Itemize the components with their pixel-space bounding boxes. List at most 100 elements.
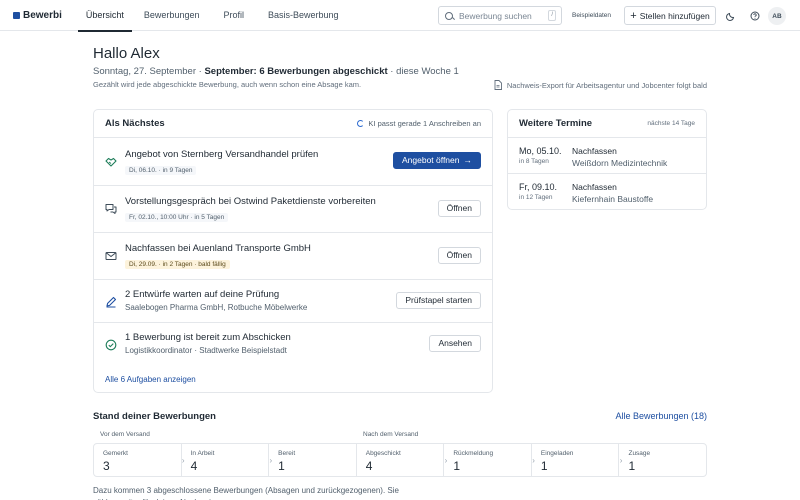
tab-profil[interactable]: Profil (211, 0, 256, 31)
task-title: 2 Entwürfe warten auf deine Prüfung (125, 289, 280, 300)
stage-count: 1 (628, 459, 636, 473)
demo-data-button[interactable]: Beispieldaten (566, 6, 617, 25)
stage-count: 4 (365, 459, 373, 473)
task-title: Vorstellungsgespräch bei Ostwind Paketdi… (125, 196, 376, 207)
ai-status-text: KI passt gerade 1 Anschreiben an (368, 119, 481, 128)
stage-label: Rückmeldung (453, 450, 494, 457)
arrow-right-icon: → (463, 155, 473, 165)
appointment-date: Fr, 09.10. (519, 182, 558, 192)
task-item: Nachfassen bei Auenland Transporte GmbH … (94, 233, 492, 280)
task-due-soon-badge: Di, 29.09. · in 2 Tagen · bald fällig (125, 260, 230, 269)
search-box[interactable]: / (438, 6, 562, 25)
stage-gemerkt[interactable]: Gemerkt 3 › (94, 444, 185, 476)
start-review-button[interactable]: Prüfstapel starten (396, 292, 481, 309)
search-input[interactable] (459, 10, 549, 21)
page-title: Hallo Alex (93, 45, 160, 62)
application-pipeline: Gemerkt 3 › In Arbeit 4 › Bereit 1 Abges… (93, 443, 707, 477)
appointment-company: Kiefernhain Baustoffe (572, 194, 654, 204)
task-due-date: Fr, 02.10., 10:00 Uhr · in 5 Tagen (125, 213, 229, 222)
upcoming-range: nächste 14 Tage (647, 120, 695, 127)
tab-bewerbungen[interactable]: Bewerbungen (132, 0, 212, 31)
stage-zusage[interactable]: Zusage 1 (619, 444, 706, 476)
tab-basis-bewerbung[interactable]: Basis-Bewerbung (256, 0, 351, 31)
stage-count: 1 (540, 459, 548, 473)
search-icon (445, 11, 453, 20)
appointment-relative: in 12 Tagen (519, 194, 553, 201)
plus-icon: + (630, 9, 637, 22)
chat-icon (105, 204, 117, 214)
task-item: Angebot von Sternberg Versandhandel prüf… (94, 138, 492, 186)
appointment-row[interactable]: Mo, 05.10. in 8 Tagen Nachfassen Weißdor… (508, 138, 706, 174)
open-interview-button[interactable]: Öffnen (437, 200, 481, 217)
appointment-relative: in 8 Tagen (519, 158, 549, 165)
task-item: 2 Entwürfe warten auf deine Prüfung Saal… (94, 280, 492, 323)
show-all-tasks-link[interactable]: Alle 6 Aufgaben anzeigen (105, 375, 196, 384)
handshake-icon (105, 157, 117, 167)
stage-count: 4 (190, 459, 198, 473)
upcoming-title: Weitere Termine (519, 118, 593, 129)
user-avatar[interactable]: AB (768, 7, 786, 25)
open-offer-label: Angebot öffnen (401, 155, 460, 165)
chevron-right-icon: › (619, 456, 623, 465)
stage-label: Bereit (278, 450, 296, 457)
closed-applications-note: Dazu kommen 3 abgeschlossene Bewerbungen… (93, 486, 399, 500)
ai-status: KI passt gerade 1 Anschreiben an (357, 119, 481, 128)
phase-label-before: Vor dem Versand (100, 431, 150, 438)
stage-label: Gemerkt (103, 450, 128, 457)
view-ready-button[interactable]: Ansehen (429, 335, 481, 352)
task-title: Angebot von Sternberg Versandhandel prüf… (125, 149, 319, 160)
top-nav: Bewerbi Übersicht Bewerbungen Profil Bas… (0, 0, 800, 32)
add-jobs-label: Stellen hinzufügen (639, 10, 710, 21)
help-button[interactable] (746, 7, 763, 24)
export-notice: Nachweis-Export für Arbeitsagentur und J… (494, 80, 707, 90)
app-name: Bewerbi (23, 9, 62, 21)
task-item: Vorstellungsgespräch bei Ostwind Paketdi… (94, 186, 492, 233)
stage-label: Eingeladen (540, 450, 574, 457)
appointment-type: Nachfassen (572, 146, 617, 156)
stage-label: Zusage (628, 450, 651, 457)
stage-in-arbeit[interactable]: In Arbeit 4 › (182, 444, 273, 476)
stage-bereit[interactable]: Bereit 1 (269, 444, 357, 476)
task-subtitle: Logistikkoordinator · Stadtwerke Beispie… (125, 346, 287, 355)
stage-eingeladen[interactable]: Eingeladen 1 › (532, 444, 623, 476)
next-tasks-card: Als Nächstes KI passt gerade 1 Anschreib… (93, 109, 493, 393)
separator: · (387, 66, 397, 77)
status-section-title: Stand deiner Bewerbungen (93, 411, 216, 422)
stage-count: 1 (278, 459, 285, 473)
appointment-company: Weißdorn Medizintechnik (572, 158, 668, 168)
chevron-right-icon: › (269, 456, 273, 465)
chevron-right-icon: › (444, 456, 448, 465)
all-applications-link[interactable]: Alle Bewerbungen (18) (615, 411, 707, 421)
appointment-type: Nachfassen (572, 182, 617, 192)
chevron-right-icon: › (181, 456, 185, 465)
appointment-date: Mo, 05.10. (519, 146, 562, 156)
phase-label-after: Nach dem Versand (363, 431, 419, 438)
add-jobs-button[interactable]: + Stellen hinzufügen (624, 6, 716, 25)
task-item: 1 Bewerbung ist bereit zum Abschicken Lo… (94, 323, 492, 366)
next-tasks-header: Als Nächstes KI passt gerade 1 Anschreib… (94, 110, 492, 138)
main-tabs: Übersicht Bewerbungen Profil Basis-Bewer… (77, 0, 351, 32)
loading-spinner-icon (357, 120, 365, 127)
stage-label: In Arbeit (190, 450, 215, 457)
summary-line: Sonntag, 27. September · September: 6 Be… (93, 66, 459, 77)
open-followup-button[interactable]: Öffnen (437, 247, 481, 264)
document-icon (494, 80, 502, 90)
stage-abgeschickt[interactable]: Abgeschickt 4 › (357, 444, 448, 476)
stage-rueckmeldung[interactable]: Rückmeldung 1 › (444, 444, 535, 476)
next-tasks-title: Als Nächstes (105, 118, 165, 129)
task-title: Nachfassen bei Auenland Transporte GmbH (125, 243, 311, 254)
month-summary: September: 6 Bewerbungen abgeschickt (204, 66, 388, 77)
moon-icon (725, 12, 734, 21)
app-logo[interactable]: Bewerbi (13, 10, 62, 21)
logo-mark-icon (13, 11, 20, 19)
search-shortcut-hint: / (548, 10, 556, 21)
help-icon (750, 11, 759, 20)
dark-mode-toggle[interactable] (722, 7, 739, 24)
open-offer-button[interactable]: Angebot öffnen → (392, 152, 481, 169)
pencil-icon (106, 296, 117, 308)
appointment-row[interactable]: Fr, 09.10. in 12 Tagen Nachfassen Kiefer… (508, 174, 706, 210)
upcoming-header: Weitere Termine nächste 14 Tage (508, 110, 706, 138)
tab-uebersicht[interactable]: Übersicht (77, 0, 132, 32)
upcoming-appointments-card: Weitere Termine nächste 14 Tage Mo, 05.1… (507, 109, 707, 210)
export-notice-text: Nachweis-Export für Arbeitsagentur und J… (506, 80, 707, 90)
